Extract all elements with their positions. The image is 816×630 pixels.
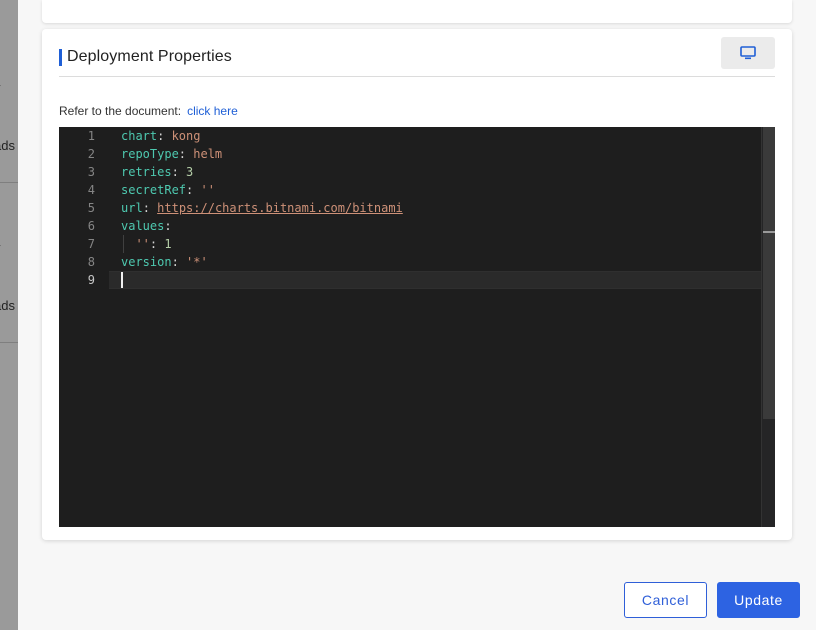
code-line: repoType: helm [121, 147, 223, 161]
code-line: chart: kong [121, 129, 201, 143]
code-line: values: [121, 219, 172, 233]
backdrop-divider [0, 182, 18, 183]
code-line: url: https://charts.bitnami.com/bitnami [121, 201, 403, 215]
editor-scrollbar[interactable] [761, 127, 775, 527]
yaml-value: 1 [164, 237, 172, 251]
doc-link[interactable]: click here [187, 104, 238, 118]
yaml-key: url [121, 201, 143, 215]
yaml-key: secretRef [121, 183, 187, 197]
line-number: 2 [87, 147, 95, 161]
backdrop-text: ads [0, 138, 15, 153]
backdrop-divider [0, 342, 18, 343]
line-number: 8 [87, 255, 95, 269]
line-number-active: 9 [87, 273, 95, 287]
deployment-properties-card: Deployment Properties Refer to the docum… [42, 29, 792, 540]
yaml-key: '' [135, 237, 150, 251]
yaml-key: version [121, 255, 172, 269]
section-title: Deployment Properties [67, 48, 232, 65]
yaml-key: repoType [121, 147, 179, 161]
code-line: secretRef: '' [121, 183, 215, 197]
line-number: 7 [87, 237, 95, 251]
scroll-position-marker [763, 231, 775, 233]
line-number: 3 [87, 165, 95, 179]
yaml-key: chart [121, 129, 158, 143]
line-number: 4 [87, 183, 95, 197]
title-accent-bar [59, 49, 62, 66]
yaml-value: '*' [186, 255, 208, 269]
update-button[interactable]: Update [717, 582, 800, 618]
previous-section-card [42, 0, 792, 23]
monitor-icon [740, 46, 756, 60]
code-editor[interactable]: 1 2 3 4 5 6 7 8 9 chart: kong repoType: … [59, 127, 775, 527]
doc-label: Refer to the document: [59, 104, 182, 118]
doc-reference: Refer to the document: click here [59, 104, 238, 118]
yaml-value: kong [171, 129, 201, 143]
fullscreen-button[interactable] [721, 37, 775, 69]
text-cursor [121, 272, 123, 288]
section-header: Deployment Properties [59, 47, 775, 77]
code-line: '': 1 [121, 235, 172, 253]
code-line: retries: 3 [121, 165, 194, 179]
line-number: 5 [87, 201, 95, 215]
backdrop-text: y [0, 240, 1, 255]
yaml-key: values [121, 219, 165, 233]
yaml-key: retries [121, 165, 172, 179]
code-content[interactable]: chart: kong repoType: helm retries: 3 se… [121, 127, 761, 527]
yaml-value: helm [193, 147, 223, 161]
cancel-button[interactable]: Cancel [624, 582, 707, 618]
backdrop-text: y [0, 80, 1, 95]
yaml-value: '' [200, 183, 215, 197]
line-number: 6 [87, 219, 95, 233]
scroll-thumb[interactable] [763, 127, 775, 419]
line-number: 1 [87, 129, 95, 143]
yaml-value: 3 [186, 165, 194, 179]
line-number-gutter: 1 2 3 4 5 6 7 8 9 [59, 127, 109, 527]
code-line: version: '*' [121, 255, 208, 269]
backdrop-text: ads [0, 298, 15, 313]
yaml-url-link[interactable]: https://charts.bitnami.com/bitnami [157, 201, 403, 215]
page-backdrop: y ads y ads [0, 0, 18, 630]
